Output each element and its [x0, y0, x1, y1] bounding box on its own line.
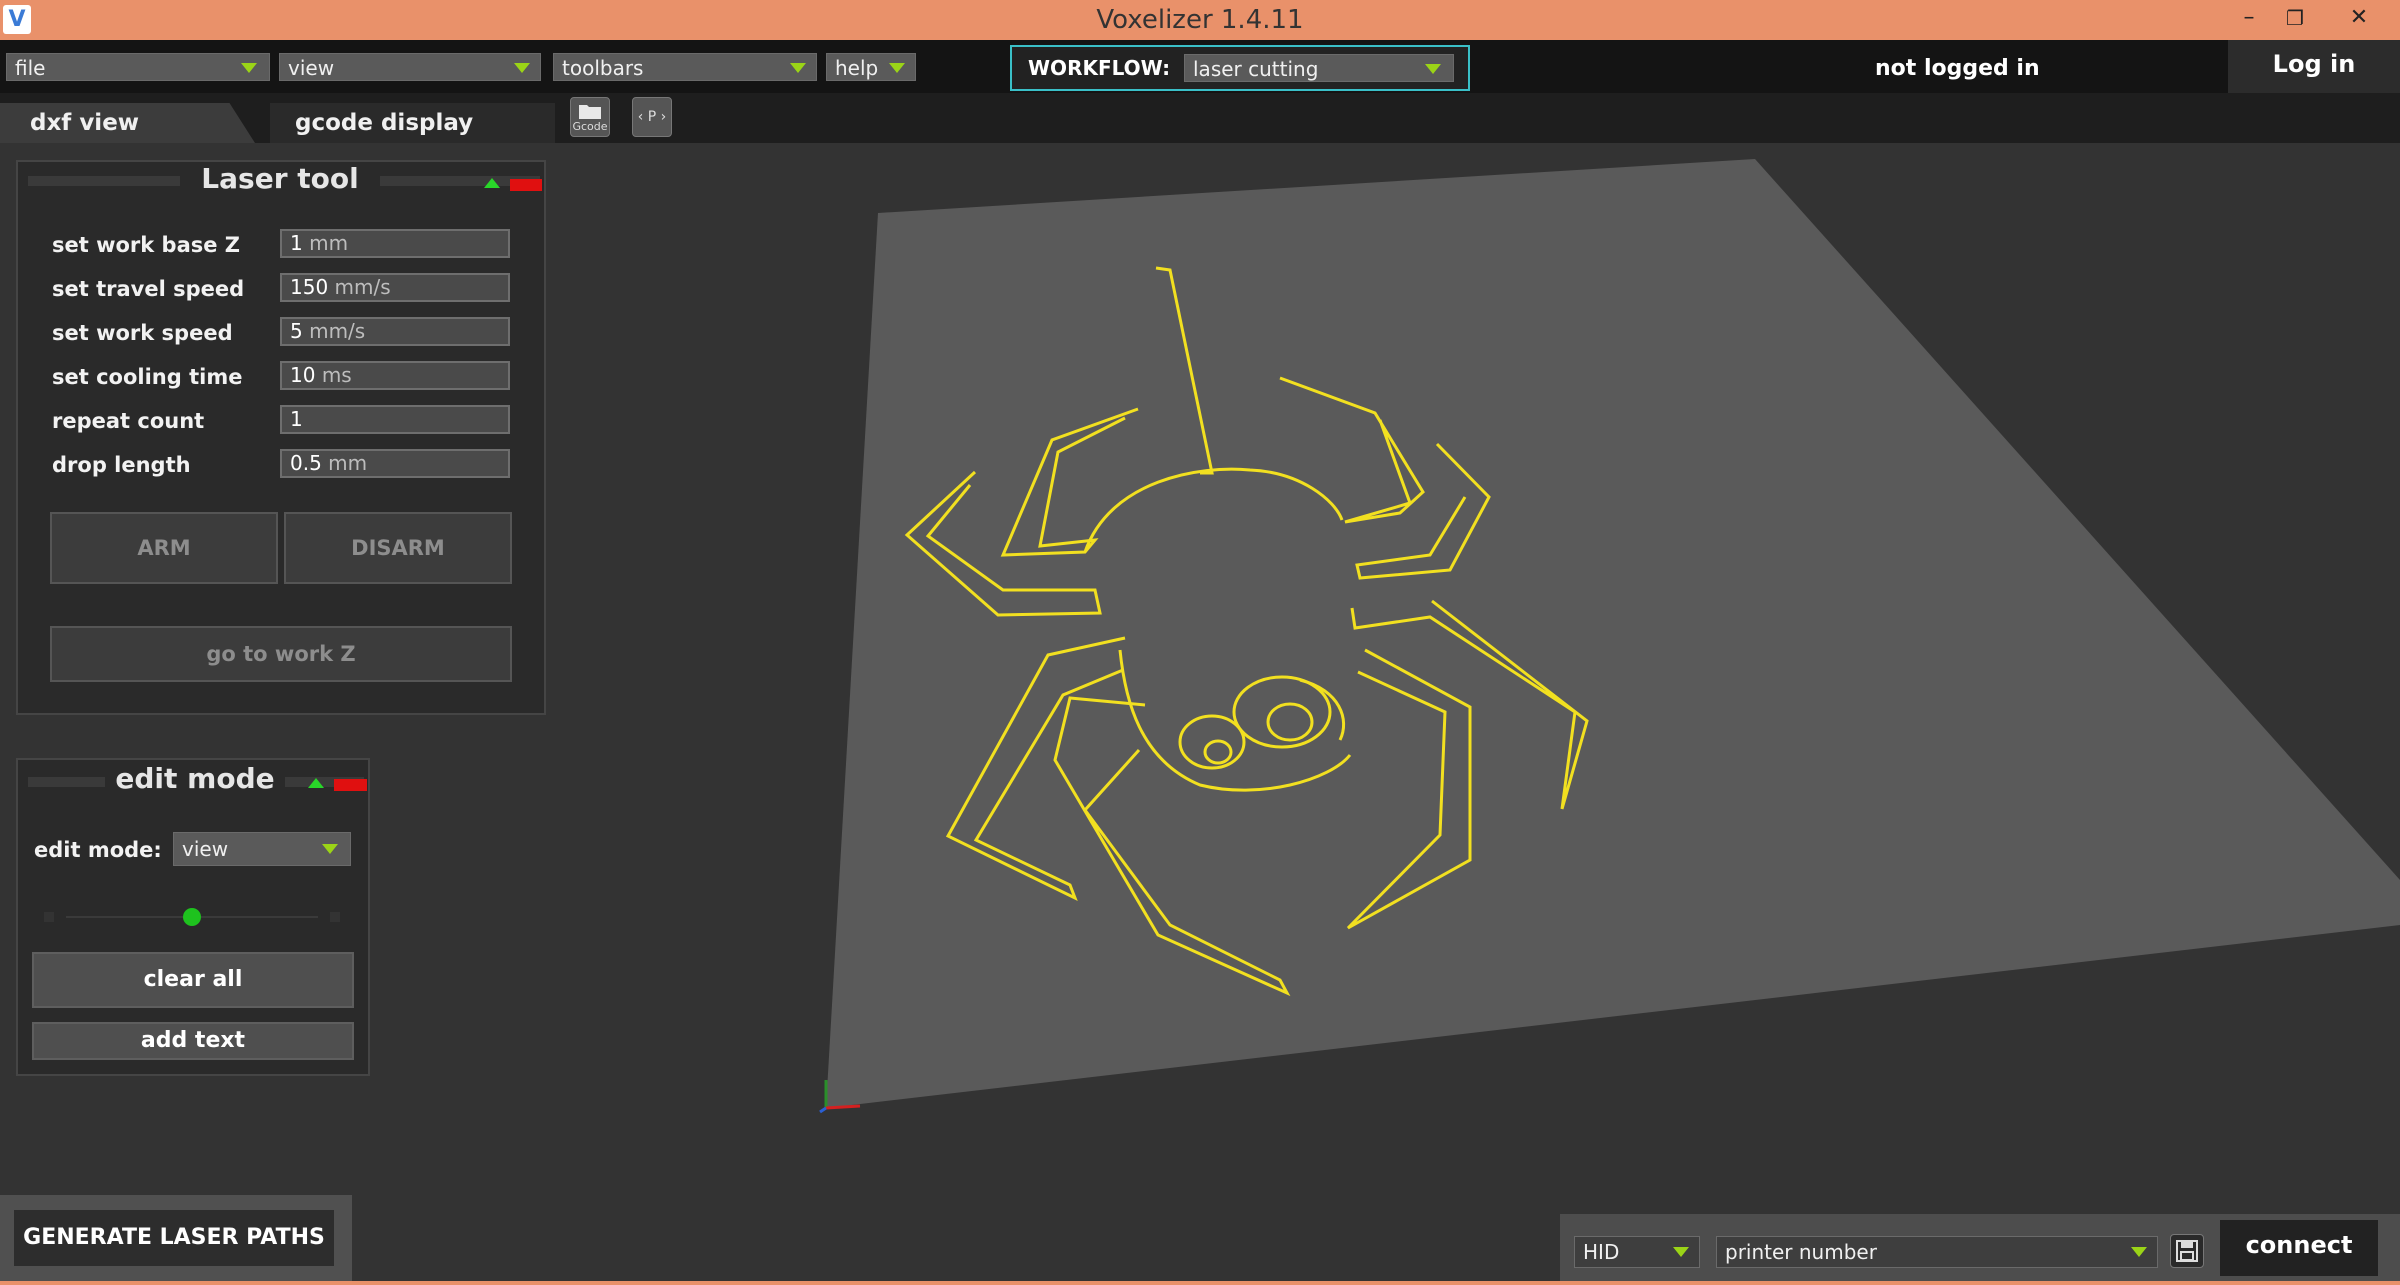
chevron-down-icon: [889, 63, 905, 73]
gcode-folder-icon[interactable]: Gcode: [570, 97, 610, 137]
clear-all-button[interactable]: clear all: [32, 952, 354, 1008]
tab-gcode-display[interactable]: gcode display: [270, 103, 555, 143]
chevron-down-icon: [514, 63, 530, 73]
floppy-icon: [2176, 1240, 2198, 1262]
save-icon[interactable]: [2170, 1234, 2204, 1268]
bottom-border: [0, 1281, 2400, 1285]
port-dropdown[interactable]: HID: [1574, 1236, 1700, 1268]
minimize-button[interactable]: –: [2226, 0, 2272, 36]
chevron-down-icon: [2131, 1247, 2147, 1257]
collapse-up-icon[interactable]: [484, 178, 500, 188]
workflow-value: laser cutting: [1193, 57, 1319, 81]
work-base-z-label: set work base Z: [52, 233, 241, 257]
collapse-up-icon[interactable]: [308, 778, 324, 788]
chevron-down-icon: [241, 63, 257, 73]
workflow-dropdown[interactable]: laser cutting: [1184, 54, 1454, 82]
view-menu[interactable]: view: [279, 53, 541, 81]
file-menu-label: file: [15, 56, 46, 80]
p-icon-label: P: [647, 109, 657, 125]
work-speed-label: set work speed: [52, 321, 233, 345]
travel-speed-field[interactable]: 150 mm/s: [280, 273, 510, 302]
arm-button[interactable]: ARM: [50, 512, 278, 584]
slider-min-marker: [44, 912, 54, 922]
folder-icon: [579, 105, 601, 119]
printer-number-placeholder: printer number: [1725, 1240, 1877, 1264]
cooling-time-value: 10: [290, 363, 316, 387]
close-button[interactable]: ✕: [2336, 0, 2382, 36]
edit-mode-dropdown[interactable]: view: [173, 832, 351, 866]
slider-max-marker: [330, 912, 340, 922]
chevron-down-icon: [322, 844, 338, 854]
edit-mode-label: edit mode:: [34, 838, 162, 862]
disarm-button[interactable]: DISARM: [284, 512, 512, 584]
help-menu[interactable]: help: [826, 53, 916, 81]
repeat-count-value: 1: [290, 407, 303, 431]
port-value: HID: [1583, 1240, 1620, 1264]
connect-button[interactable]: connect: [2220, 1220, 2378, 1276]
cooling-time-field[interactable]: 10 ms: [280, 361, 510, 390]
cooling-time-unit: ms: [321, 363, 352, 387]
workflow-label: WORKFLOW:: [1028, 56, 1171, 80]
chevron-down-icon: [1673, 1247, 1689, 1257]
repeat-count-label: repeat count: [52, 409, 205, 433]
work-base-z-value: 1: [290, 231, 303, 255]
cooling-time-label: set cooling time: [52, 365, 243, 389]
toolbars-menu-label: toolbars: [562, 56, 644, 80]
edit-mode-value: view: [182, 837, 229, 861]
printer-number-dropdown[interactable]: printer number: [1716, 1236, 2158, 1268]
travel-speed-unit: mm/s: [334, 275, 391, 299]
drop-length-unit: mm: [328, 451, 368, 475]
chevron-down-icon: [790, 63, 806, 73]
drop-length-label: drop length: [52, 453, 191, 477]
login-status: not logged in: [1875, 56, 2040, 81]
go-to-work-z-button[interactable]: go to work Z: [50, 626, 512, 682]
close-panel-icon[interactable]: [334, 779, 367, 791]
toolbars-menu[interactable]: toolbars: [553, 53, 817, 81]
work-speed-value: 5: [290, 319, 303, 343]
view-menu-label: view: [288, 56, 335, 80]
edit-mode-title: edit mode: [105, 762, 285, 795]
tab-dxf-view[interactable]: dxf view: [0, 103, 255, 143]
gcode-icon-label: Gcode: [572, 120, 608, 133]
file-menu[interactable]: file: [6, 53, 270, 81]
chevron-down-icon: [1425, 64, 1441, 74]
drop-length-field[interactable]: 0.5 mm: [280, 449, 510, 478]
build-plate: [826, 159, 2400, 1108]
maximize-button[interactable]: ❐: [2272, 0, 2318, 36]
work-speed-unit: mm/s: [309, 319, 366, 343]
slider-thumb[interactable]: [183, 908, 201, 926]
drop-length-value: 0.5: [290, 451, 322, 475]
laser-tool-title: Laser tool: [180, 162, 380, 195]
login-button[interactable]: Log in: [2228, 40, 2400, 93]
work-base-z-unit: mm: [309, 231, 349, 255]
window-title: Voxelizer 1.4.11: [1096, 5, 1304, 35]
travel-speed-value: 150: [290, 275, 329, 299]
work-base-z-field[interactable]: 1 mm: [280, 229, 510, 258]
travel-speed-label: set travel speed: [52, 277, 245, 301]
p-toggle-icon[interactable]: ‹ P ›: [632, 97, 672, 137]
repeat-count-field[interactable]: 1: [280, 405, 510, 434]
generate-laser-paths-button[interactable]: GENERATE LASER PATHS: [14, 1210, 334, 1266]
work-speed-field[interactable]: 5 mm/s: [280, 317, 510, 346]
close-panel-icon[interactable]: [510, 179, 542, 191]
add-text-button[interactable]: add text: [32, 1022, 354, 1060]
help-menu-label: help: [835, 56, 879, 80]
